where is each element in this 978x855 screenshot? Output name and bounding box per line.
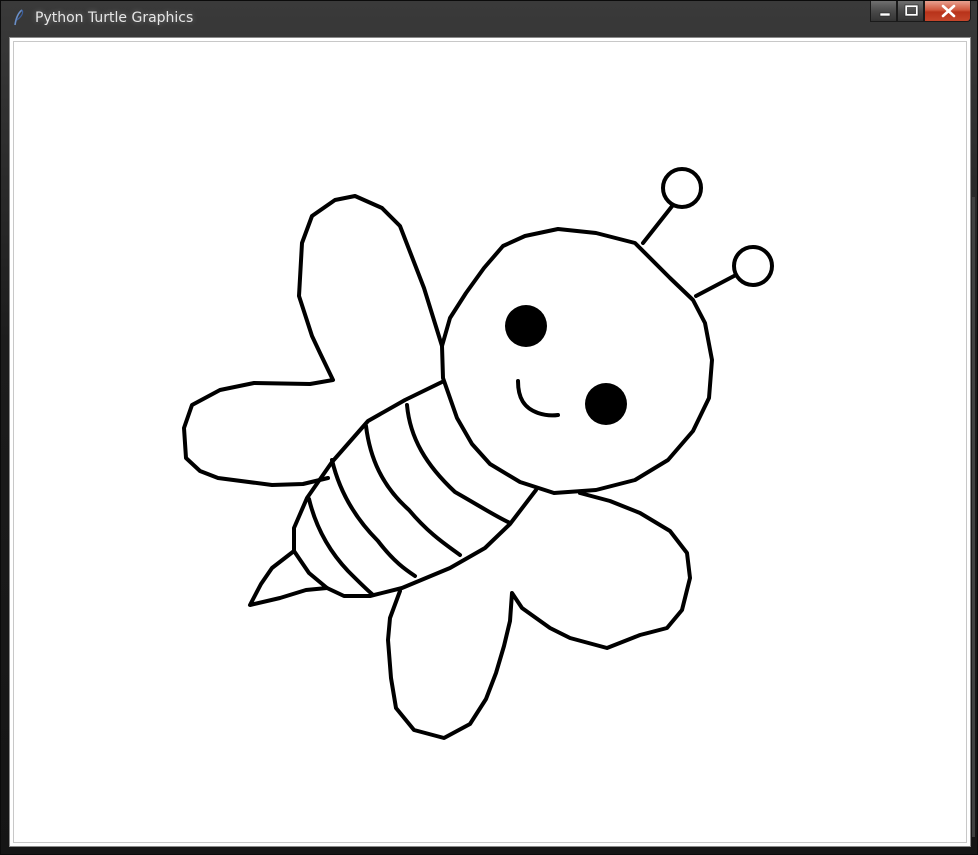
bee-head (440, 227, 714, 495)
bee-drawing (182, 167, 774, 740)
bee-antenna-right (694, 274, 736, 298)
window-title: Python Turtle Graphics (35, 10, 194, 26)
turtle-feather-icon (11, 9, 27, 27)
caption-buttons (870, 1, 971, 23)
window-border-shadow (972, 197, 975, 837)
maximize-button[interactable] (897, 1, 924, 22)
close-icon (941, 4, 956, 18)
bee-eye-right (585, 383, 627, 425)
maximize-icon (904, 4, 919, 17)
bee-antenna-right-ball (732, 245, 774, 287)
bee-smile (516, 379, 560, 418)
bee-body (292, 380, 538, 598)
app-window: Python Turtle Graphics (0, 0, 978, 855)
minimize-icon (879, 12, 891, 17)
bee-lower-wing (386, 491, 692, 740)
bee-antenna-left (641, 203, 675, 245)
bee-stripe-2 (364, 424, 462, 557)
bee-upper-wing (182, 194, 444, 487)
bee-stripe-3 (330, 458, 417, 578)
bee-eye-left (505, 305, 547, 347)
turtle-canvas[interactable] (9, 37, 971, 847)
minimize-button[interactable] (870, 1, 897, 22)
bee-antenna-left-ball (661, 167, 703, 209)
title-bar[interactable]: Python Turtle Graphics (1, 1, 978, 37)
close-button[interactable] (924, 1, 971, 22)
